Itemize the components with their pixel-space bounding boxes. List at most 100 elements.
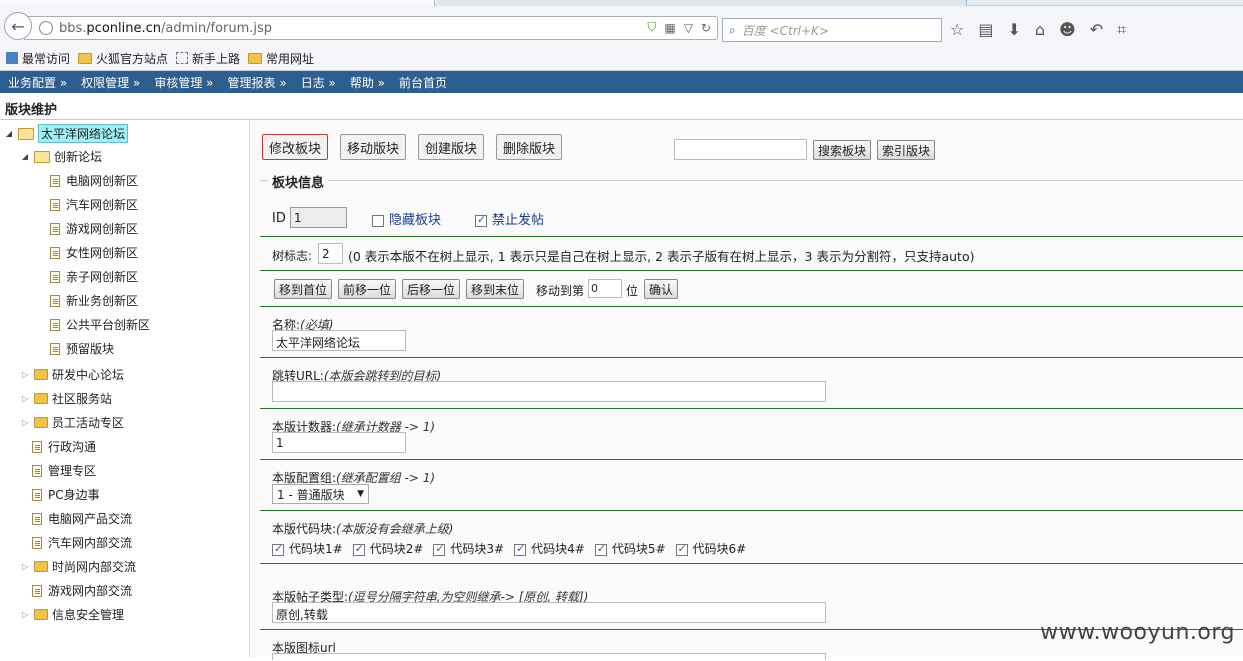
home-icon[interactable]: ⌂ <box>1035 20 1045 40</box>
forum-search-input[interactable] <box>674 139 807 160</box>
bookmark-common-sites[interactable]: 常用网址 <box>248 50 314 67</box>
tree-node[interactable]: 汽车网创新区 <box>50 196 138 213</box>
tree-node[interactable]: ▷ 信息安全管理 <box>20 606 124 623</box>
qr-icon[interactable]: ▦ <box>664 21 675 35</box>
move-to-input[interactable]: 0 <box>588 279 622 298</box>
hidden-forum-toggle[interactable]: 隐藏板块 <box>372 209 441 228</box>
tree-node-label[interactable]: 电脑网产品交流 <box>48 510 132 527</box>
tree-node[interactable]: ▷ 员工活动专区 <box>20 414 124 431</box>
tree-node[interactable]: 新业务创新区 <box>50 292 138 309</box>
tree-node[interactable]: PC身边事 <box>32 486 100 503</box>
tree-node-label[interactable]: 研发中心论坛 <box>52 366 124 383</box>
no-post-toggle[interactable]: 禁止发帖 <box>475 209 544 228</box>
tree-node[interactable]: ▷ 时尚网内部交流 <box>20 558 136 575</box>
reload-icon[interactable]: ↻ <box>701 21 711 35</box>
code-block-option[interactable]: 代码块6# <box>675 540 746 557</box>
move-next-button[interactable]: 后移一位 <box>402 279 460 299</box>
tree-node-label[interactable]: 汽车网内部交流 <box>48 534 132 551</box>
menu-frontpage[interactable]: 前台首页 <box>399 74 447 91</box>
move-forum-button[interactable]: 移动版块 <box>340 134 406 160</box>
counter-input[interactable]: 1 <box>272 432 406 453</box>
code-block-checkbox[interactable] <box>514 542 527 556</box>
tree-node-label[interactable]: 员工活动专区 <box>52 414 124 431</box>
index-forum-button[interactable]: 索引版块 <box>877 140 935 160</box>
reading-list-icon[interactable]: ▤ <box>978 20 993 40</box>
tree-node[interactable]: ◢ 太平洋网络论坛 <box>4 124 129 143</box>
tree-node-label[interactable]: 公共平台创新区 <box>66 316 150 333</box>
shield-icon[interactable]: ⛉ <box>647 20 656 35</box>
move-last-button[interactable]: 移到末位 <box>466 279 524 299</box>
tree-node[interactable]: 电脑网产品交流 <box>32 510 132 527</box>
tree-node-label[interactable]: 游戏网创新区 <box>66 220 138 237</box>
tree-node[interactable]: ▷ 研发中心论坛 <box>20 366 124 383</box>
move-prev-button[interactable]: 前移一位 <box>338 279 396 299</box>
code-block-checkbox[interactable] <box>594 542 607 556</box>
menu-business-config[interactable]: 业务配置 » <box>8 74 67 91</box>
back-button[interactable]: ← <box>4 12 32 40</box>
tree-node[interactable]: ◢ 创新论坛 <box>20 148 102 165</box>
tree-node[interactable]: 亲子网创新区 <box>50 268 138 285</box>
collapsed-arrow-icon[interactable]: ▷ <box>20 610 30 619</box>
bookmark-firefox-site[interactable]: 火狐官方站点 <box>78 50 168 67</box>
tree-node[interactable]: 预留版块 <box>50 340 114 357</box>
search-input[interactable]: ⌕ 百度 <Ctrl+K> <box>722 18 942 42</box>
tree-node-label[interactable]: 信息安全管理 <box>52 606 124 623</box>
tree-node-label[interactable]: 管理专区 <box>48 462 96 479</box>
expanded-arrow-icon[interactable]: ◢ <box>20 152 30 161</box>
tree-node-label[interactable]: 预留版块 <box>66 340 114 357</box>
delete-forum-button[interactable]: 删除版块 <box>496 134 562 160</box>
code-block-option[interactable]: 代码块3# <box>433 540 504 557</box>
icon-url-input[interactable] <box>272 653 826 660</box>
menu-moderation[interactable]: 审核管理 » <box>154 74 213 91</box>
tree-node[interactable]: 游戏网内部交流 <box>32 582 132 599</box>
tree-node[interactable]: 游戏网创新区 <box>50 220 138 237</box>
code-block-checkbox[interactable] <box>352 542 365 556</box>
code-block-checkbox[interactable] <box>433 542 446 556</box>
tree-node-label[interactable]: 电脑网创新区 <box>66 172 138 189</box>
code-block-checkbox[interactable] <box>675 542 688 556</box>
config-group-select[interactable]: 1 - 普通版块 ▼ <box>272 484 369 504</box>
tree-node-label[interactable]: 创新论坛 <box>54 148 102 165</box>
tree-node[interactable]: 女性网创新区 <box>50 244 138 261</box>
tree-node-label[interactable]: 行政沟通 <box>48 438 96 455</box>
menu-help[interactable]: 帮助 » <box>350 74 385 91</box>
tree-node-label[interactable]: 女性网创新区 <box>66 244 138 261</box>
expanded-arrow-icon[interactable]: ◢ <box>4 129 14 138</box>
collapsed-arrow-icon[interactable]: ▷ <box>20 370 30 379</box>
tree-node[interactable]: 汽车网内部交流 <box>32 534 132 551</box>
tree-node-label[interactable]: 亲子网创新区 <box>66 268 138 285</box>
tree-node-label[interactable]: PC身边事 <box>48 486 100 503</box>
tree-node-label[interactable]: 时尚网内部交流 <box>52 558 136 575</box>
create-forum-button[interactable]: 创建版块 <box>418 134 484 160</box>
redirect-url-input[interactable] <box>272 381 826 402</box>
tree-node[interactable]: 管理专区 <box>32 462 96 479</box>
menu-permissions[interactable]: 权限管理 » <box>81 74 140 91</box>
bookmark-getting-started[interactable]: 新手上路 <box>176 50 240 67</box>
hidden-checkbox[interactable] <box>372 214 384 227</box>
download-icon[interactable]: ⬇ <box>1007 20 1020 40</box>
tree-node-label[interactable]: 游戏网内部交流 <box>48 582 132 599</box>
code-block-option[interactable]: 代码块2# <box>352 540 423 557</box>
menu-reports[interactable]: 管理报表 » <box>228 74 287 91</box>
move-first-button[interactable]: 移到首位 <box>274 279 332 299</box>
collapsed-arrow-icon[interactable]: ▷ <box>20 562 30 571</box>
undo-icon[interactable]: ↶ <box>1090 20 1103 40</box>
star-icon[interactable]: ☆ <box>950 20 964 40</box>
tree-node[interactable]: 公共平台创新区 <box>50 316 150 333</box>
tree-node-label[interactable]: 社区服务站 <box>52 390 112 407</box>
name-input[interactable]: 太平洋网络论坛 <box>272 330 406 351</box>
tree-node-label[interactable]: 汽车网创新区 <box>66 196 138 213</box>
tree-node-label[interactable]: 新业务创新区 <box>66 292 138 309</box>
collapsed-arrow-icon[interactable]: ▷ <box>20 394 30 403</box>
tree-node-label[interactable]: 太平洋网络论坛 <box>38 124 129 143</box>
edit-forum-button[interactable]: 修改板块 <box>262 134 328 160</box>
tree-node[interactable]: 行政沟通 <box>32 438 96 455</box>
search-forum-button[interactable]: 搜索板块 <box>813 140 871 160</box>
tree-node[interactable]: ▷ 社区服务站 <box>20 390 112 407</box>
collapsed-arrow-icon[interactable]: ▷ <box>20 418 30 427</box>
menu-logs[interactable]: 日志 » <box>301 74 336 91</box>
code-block-option[interactable]: 代码块5# <box>594 540 666 557</box>
bookmark-most-visited[interactable]: 最常访问 <box>6 50 70 67</box>
crop-icon[interactable]: ⌗ <box>1117 20 1126 40</box>
code-block-option[interactable]: 代码块1# <box>272 540 343 557</box>
